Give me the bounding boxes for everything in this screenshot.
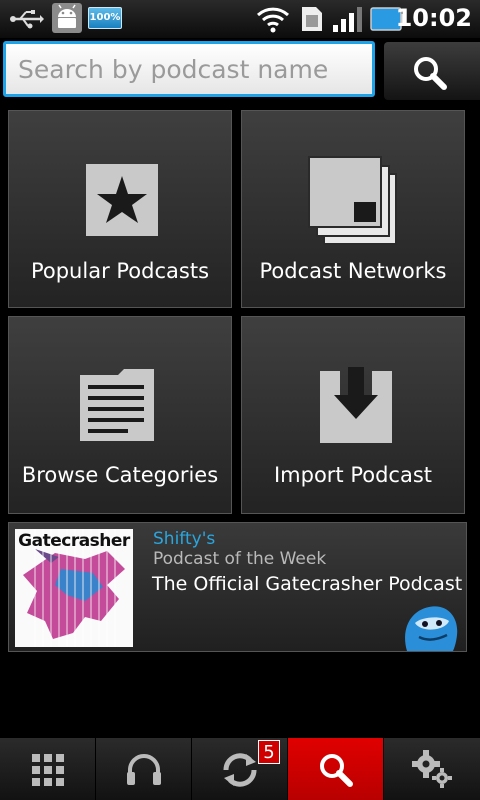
- document-list-icon: [80, 369, 154, 441]
- sync-icon: [223, 753, 257, 787]
- featured-podcast-banner[interactable]: Gatecrasher Shifty's Podcast of the Week…: [8, 522, 467, 652]
- featured-provider: Shifty's: [153, 529, 216, 549]
- import-podcast-tile[interactable]: Import Podcast: [241, 316, 465, 514]
- nav-home-button[interactable]: [0, 738, 96, 800]
- search-input[interactable]: [3, 41, 375, 97]
- headphones-icon: [127, 754, 161, 785]
- settings-gears-icon: [412, 750, 452, 788]
- podcast-networks-tile[interactable]: Podcast Networks: [241, 110, 465, 308]
- podcast-thumbnail: Gatecrasher: [15, 529, 133, 647]
- nav-sync-button[interactable]: 5: [192, 738, 288, 800]
- search-icon: [320, 754, 353, 787]
- featured-title: The Official Gatecrasher Podcast: [152, 573, 463, 595]
- signal-icon: [333, 7, 362, 32]
- featured-heading: Podcast of the Week: [153, 549, 327, 569]
- nav-settings-button[interactable]: [384, 738, 480, 800]
- bottom-navigation: 5: [0, 738, 480, 800]
- stacked-pages-icon: [308, 156, 397, 245]
- thumbnail-brand-text: Gatecrasher: [18, 531, 130, 551]
- search-icon: [414, 57, 447, 90]
- sync-count-badge: 5: [258, 740, 280, 764]
- popular-podcasts-label: Popular Podcasts: [30, 259, 210, 283]
- browse-categories-label: Browse Categories: [21, 463, 219, 487]
- wifi-icon: [256, 7, 290, 33]
- browse-categories-tile[interactable]: Browse Categories: [8, 316, 232, 514]
- usb-icon: [10, 10, 44, 29]
- blue-blob-mascot-icon: [405, 606, 458, 651]
- android-debug-icon: [52, 3, 82, 33]
- status-bar: 100% 10:02: [0, 0, 480, 38]
- import-podcast-label: Import Podcast: [273, 463, 433, 487]
- podcast-networks-label: Podcast Networks: [259, 259, 447, 283]
- star-icon: [86, 164, 158, 236]
- download-icon: [320, 367, 392, 443]
- battery-percent-text: 100%: [89, 12, 121, 23]
- nav-search-button[interactable]: [288, 738, 384, 800]
- status-clock: 10:02: [395, 4, 472, 32]
- battery-indicator-icon: 100%: [88, 7, 122, 29]
- sim-card-icon: [302, 7, 322, 31]
- search-button[interactable]: [384, 42, 480, 100]
- grid-icon: [32, 754, 64, 786]
- search-bar: [0, 38, 480, 106]
- nav-listen-button[interactable]: [96, 738, 192, 800]
- popular-podcasts-tile[interactable]: Popular Podcasts: [8, 110, 232, 308]
